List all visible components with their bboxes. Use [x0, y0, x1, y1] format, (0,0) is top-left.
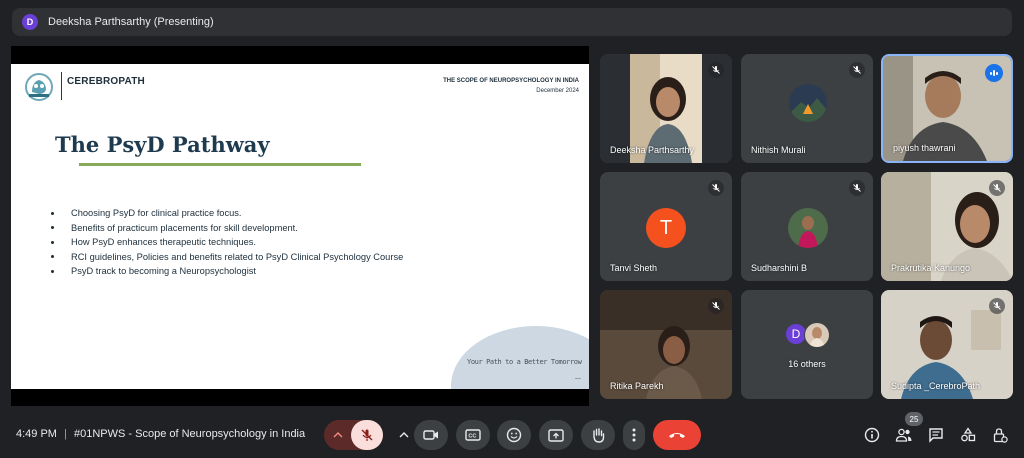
people-button[interactable] [894, 425, 914, 445]
participant-tile[interactable]: Deeksha Parthsarthy [600, 54, 732, 163]
participant-tile[interactable]: T Tanvi Sheth [600, 172, 732, 281]
presentation-area[interactable]: CEREBROPATH THE SCOPE OF NEUROPSYCHOLOGY… [11, 46, 589, 406]
mic-off-icon [989, 298, 1005, 314]
chevron-up-icon [399, 432, 409, 438]
bullet-item: Benefits of practicum placements for ski… [51, 221, 403, 236]
slide: CEREBROPATH THE SCOPE OF NEUROPSYCHOLOGY… [11, 64, 589, 389]
logo-name: CEREBROPATH [67, 76, 145, 87]
presenter-label: Deeksha Parthsarthy (Presenting) [48, 16, 214, 28]
slide-tagline: Your Path to a Better Tomorrow [467, 358, 582, 366]
info-icon [864, 427, 880, 443]
end-call-button[interactable] [653, 420, 701, 450]
bullet-text: Choosing PsyD for clinical practice focu… [71, 208, 242, 219]
bullet-text: Benefits of practicum placements for ski… [71, 222, 298, 233]
people-icon [895, 428, 912, 442]
mic-off-icon [989, 180, 1005, 196]
captions-button[interactable]: CC [456, 420, 490, 450]
participant-avatar-image [804, 322, 830, 348]
participant-name: Ritika Parekh [610, 381, 664, 391]
cerebropath-logo-icon [25, 73, 53, 101]
bullet-dot [51, 269, 54, 273]
emoji-icon [506, 427, 522, 443]
raise-hand-icon [593, 428, 605, 443]
meet-window: D Deeksha Parthsarthy (Presenting) CEREB… [0, 0, 1024, 458]
mic-off-icon [849, 180, 865, 196]
participant-name: Deeksha Parthsarthy [610, 145, 695, 155]
participant-tile[interactable]: Ritika Parekh [600, 290, 732, 399]
end-call-icon [669, 433, 685, 438]
mic-options-button[interactable] [324, 420, 352, 450]
bullet-item: Choosing PsyD for clinical practice focu… [51, 206, 403, 221]
present-button[interactable] [539, 420, 573, 450]
participant-name: Nithish Murali [751, 145, 806, 155]
participant-tile[interactable]: Prakrutika Kanungo [881, 172, 1013, 281]
activities-icon [961, 427, 976, 442]
participant-tile[interactable]: Sudipta _CerebroPath [881, 290, 1013, 399]
logo-divider [61, 72, 62, 100]
activities-button[interactable] [958, 425, 978, 445]
mic-group [324, 420, 383, 450]
bullet-item: How PsyD enhances therapeutic techniques… [51, 235, 403, 250]
participant-tile[interactable]: D 16 others [741, 290, 873, 399]
camera-icon [423, 430, 438, 440]
bullet-dot [51, 226, 54, 230]
mic-off-icon [708, 180, 724, 196]
host-controls-icon [993, 428, 1008, 443]
camera-options-button[interactable] [394, 420, 414, 450]
participant-name: Sudharshini B [751, 263, 808, 273]
chat-button[interactable] [926, 425, 946, 445]
participant-avatar-image [789, 84, 827, 122]
more-options-icon [632, 428, 636, 442]
participant-name: Tanvi Sheth [610, 263, 658, 273]
mic-off-icon [708, 298, 724, 314]
bullet-item: PsyD track to becoming a Neuropsychologi… [51, 264, 403, 279]
people-count-badge: 25 [905, 412, 923, 426]
others-count: 16 others [788, 359, 826, 369]
participant-avatar-image [788, 208, 828, 248]
mic-off-icon [708, 62, 724, 78]
participant-avatar: T [646, 208, 686, 248]
bullet-text: How PsyD enhances therapeutic techniques… [71, 237, 257, 248]
tagline-mark: — [575, 376, 581, 382]
meeting-title: #01NPWS - Scope of Neuropsychology in In… [74, 428, 306, 440]
camera-button[interactable] [414, 420, 448, 450]
bullet-list: Choosing PsyD for clinical practice focu… [51, 206, 403, 279]
captions-icon: CC [465, 429, 481, 441]
slide-title: The PsyD Pathway [55, 132, 270, 157]
bullet-text: RCI guidelines, Policies and benefits re… [71, 251, 404, 262]
bullet-dot [51, 240, 54, 244]
bullet-item: RCI guidelines, Policies and benefits re… [51, 250, 403, 265]
raise-hand-button[interactable] [581, 420, 615, 450]
mic-toggle-button[interactable] [351, 420, 383, 450]
bullet-dot [51, 255, 54, 259]
participant-name: piyush thawrani [893, 143, 956, 153]
participant-name: Prakrutika Kanungo [891, 263, 971, 273]
participant-tile[interactable]: piyush thawrani [881, 54, 1013, 163]
host-controls-button[interactable] [990, 425, 1010, 445]
mic-off-icon [849, 62, 865, 78]
svg-text:CC: CC [468, 433, 476, 439]
emoji-button[interactable] [497, 420, 531, 450]
meeting-separator: | [64, 428, 67, 440]
bullet-dot [51, 211, 54, 215]
participant-tile[interactable]: Nithish Murali [741, 54, 873, 163]
slide-header-title: THE SCOPE OF NEUROPSYCHOLOGY IN INDIA [443, 78, 579, 84]
bullet-text: PsyD track to becoming a Neuropsychologi… [71, 266, 256, 277]
presenter-avatar: D [22, 14, 38, 30]
present-icon [548, 428, 564, 442]
meeting-time: 4:49 PM [16, 428, 57, 440]
meeting-details-button[interactable] [862, 425, 882, 445]
slide-header-date: December 2024 [536, 88, 579, 94]
mic-off-icon [361, 429, 373, 441]
presenter-bar: D Deeksha Parthsarthy (Presenting) [12, 8, 1012, 36]
bottom-control-bar: 4:49 PM | #01NPWS - Scope of Neuropsycho… [0, 412, 1024, 458]
participant-name: Sudipta _CerebroPath [891, 381, 981, 391]
participant-tile[interactable]: Sudharshini B [741, 172, 873, 281]
title-underline [79, 163, 361, 166]
speaking-indicator-icon [985, 64, 1003, 82]
chat-icon [929, 428, 943, 443]
chevron-up-icon [333, 432, 343, 438]
more-options-button[interactable] [623, 420, 645, 450]
